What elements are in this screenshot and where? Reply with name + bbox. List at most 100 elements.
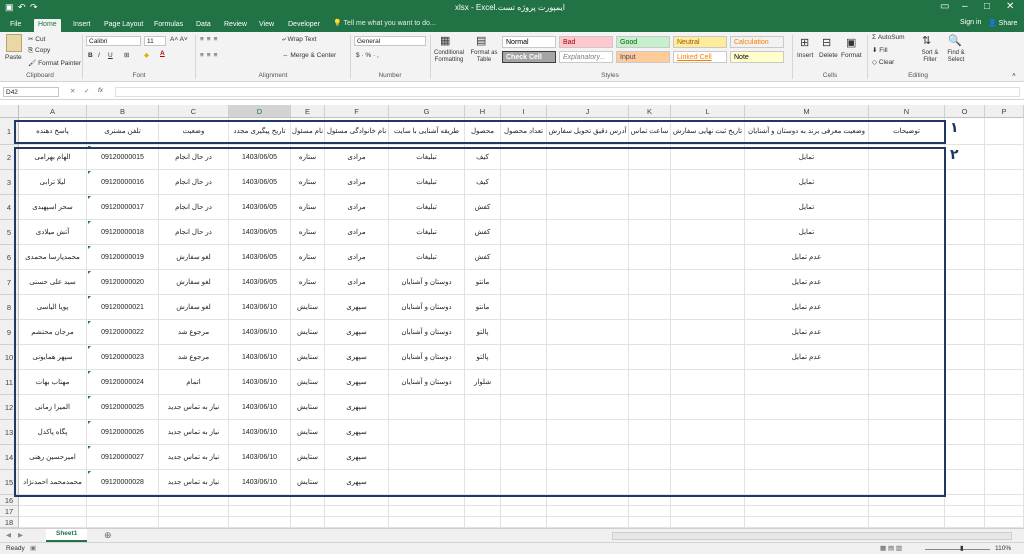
empty-cell[interactable]: [985, 170, 1024, 195]
empty-cell[interactable]: [985, 445, 1024, 470]
sort-filter-button[interactable]: Sort & Filter: [918, 50, 942, 64]
format-as-table-button[interactable]: Format as Table: [468, 50, 500, 64]
fill-color-icon[interactable]: ◆: [144, 51, 149, 59]
tab-data[interactable]: Data: [192, 19, 215, 32]
new-sheet-icon[interactable]: ⊕: [104, 530, 112, 541]
name-box[interactable]: D42: [3, 87, 59, 97]
empty-cell[interactable]: [325, 506, 389, 517]
currency-format-icon[interactable]: $ · % · ,: [356, 52, 379, 59]
share-button[interactable]: 👤 Share: [988, 19, 1017, 27]
empty-cell[interactable]: [945, 370, 985, 395]
empty-cell[interactable]: [229, 506, 291, 517]
delete-cells-button[interactable]: Delete: [819, 52, 838, 59]
cell-style-linked-cell[interactable]: Linked Cell: [673, 51, 727, 63]
empty-cell[interactable]: [745, 506, 869, 517]
empty-cell[interactable]: [985, 517, 1024, 528]
row-header-18[interactable]: 18: [0, 517, 19, 528]
close-icon[interactable]: ✕: [1006, 1, 1014, 12]
column-header-l[interactable]: L: [671, 105, 745, 118]
copy-button[interactable]: ⎘ Copy: [28, 47, 50, 55]
empty-cell[interactable]: [945, 220, 985, 245]
format-as-table-icon[interactable]: ▤: [476, 34, 486, 47]
empty-cell[interactable]: [985, 118, 1024, 145]
empty-cell[interactable]: [985, 370, 1024, 395]
empty-cell[interactable]: [945, 506, 985, 517]
empty-cell[interactable]: [985, 295, 1024, 320]
undo-icon[interactable]: ↶: [18, 2, 26, 13]
next-sheet-icon[interactable]: ▶: [18, 531, 23, 539]
italic-button[interactable]: I: [98, 52, 100, 59]
left-align-icon[interactable]: ≡≡≡: [200, 52, 220, 59]
find-select-icon[interactable]: 🔍: [948, 34, 962, 47]
cancel-icon[interactable]: ✕: [70, 87, 75, 95]
cell-style-normal[interactable]: Normal: [502, 36, 556, 48]
format-painter-button[interactable]: 🖌 Format Painter: [28, 59, 81, 67]
empty-cell[interactable]: [945, 320, 985, 345]
empty-cell[interactable]: [501, 506, 547, 517]
empty-cell[interactable]: [945, 470, 985, 495]
grow-font-icon[interactable]: A˄ A˅: [170, 36, 188, 43]
empty-cell[interactable]: [291, 517, 325, 528]
cell-style-good[interactable]: Good: [616, 36, 670, 48]
empty-cell[interactable]: [945, 295, 985, 320]
empty-cell[interactable]: [985, 506, 1024, 517]
ribbon-display-icon[interactable]: ▭: [940, 1, 949, 12]
merge-center-button[interactable]: ⇔ Merge & Center: [282, 52, 336, 59]
column-header-g[interactable]: G: [389, 105, 465, 118]
empty-cell[interactable]: [985, 420, 1024, 445]
empty-cell[interactable]: [985, 395, 1024, 420]
tab-page-layout[interactable]: Page Layout: [100, 19, 147, 32]
empty-cell[interactable]: [985, 470, 1024, 495]
tell-me-search[interactable]: 💡 Tell me what you want to do...: [333, 19, 436, 27]
maximize-icon[interactable]: □: [984, 1, 990, 12]
empty-cell[interactable]: [945, 270, 985, 295]
cell-style-note[interactable]: Note: [730, 51, 784, 63]
empty-cell[interactable]: [501, 517, 547, 528]
zoom-thumb-icon[interactable]: ▮: [960, 544, 964, 552]
prev-sheet-icon[interactable]: ◀: [6, 531, 11, 539]
conditional-formatting-button[interactable]: Conditional Formatting: [430, 50, 468, 64]
empty-cell[interactable]: [985, 495, 1024, 506]
horizontal-scrollbar[interactable]: [612, 532, 1012, 540]
empty-cell[interactable]: [985, 245, 1024, 270]
cell-style-bad[interactable]: Bad: [559, 36, 613, 48]
column-header-f[interactable]: F: [325, 105, 389, 118]
empty-cell[interactable]: [629, 517, 671, 528]
empty-cell[interactable]: [985, 320, 1024, 345]
spreadsheet-grid[interactable]: ABCDEFGHIJKLMNOP 1 2 3 4 5 6 7 8 9 10 11 12 13 14 15 16…: [0, 100, 1024, 528]
empty-cell[interactable]: [985, 145, 1024, 170]
zoom-level[interactable]: 110%: [995, 545, 1011, 552]
empty-cell[interactable]: [465, 506, 501, 517]
empty-cell[interactable]: [945, 420, 985, 445]
number-format-select[interactable]: General: [354, 36, 426, 46]
cut-button[interactable]: ✂ Cut: [28, 35, 45, 43]
column-header-a[interactable]: A: [19, 105, 87, 118]
column-header-k[interactable]: K: [629, 105, 671, 118]
empty-cell[interactable]: [869, 506, 945, 517]
sort-filter-icon[interactable]: ⇅: [922, 34, 931, 47]
empty-cell[interactable]: [945, 395, 985, 420]
column-header-b[interactable]: B: [87, 105, 159, 118]
collapse-ribbon-icon[interactable]: ˄: [1012, 72, 1016, 79]
column-header-i[interactable]: I: [501, 105, 547, 118]
font-color-icon[interactable]: A: [160, 50, 165, 57]
empty-cell[interactable]: [945, 345, 985, 370]
font-size-select[interactable]: 11: [144, 36, 166, 46]
empty-cell[interactable]: [985, 270, 1024, 295]
empty-cell[interactable]: [671, 517, 745, 528]
insert-cells-button[interactable]: Insert: [797, 52, 813, 59]
tab-developer[interactable]: Developer: [284, 19, 324, 32]
tab-formulas[interactable]: Formulas: [150, 19, 187, 32]
normal-view-icon[interactable]: ▦ ▤ ▥: [880, 544, 902, 552]
tab-view[interactable]: View: [255, 19, 278, 32]
empty-cell[interactable]: [19, 506, 87, 517]
paste-button[interactable]: Paste: [5, 54, 22, 61]
empty-cell[interactable]: [745, 517, 869, 528]
empty-cell[interactable]: [19, 517, 87, 528]
paste-icon[interactable]: [6, 34, 22, 52]
find-select-button[interactable]: Find & Select: [944, 50, 968, 64]
column-header-n[interactable]: N: [869, 105, 945, 118]
empty-cell[interactable]: [629, 506, 671, 517]
empty-cell[interactable]: [945, 245, 985, 270]
zoom-slider[interactable]: [925, 549, 990, 550]
